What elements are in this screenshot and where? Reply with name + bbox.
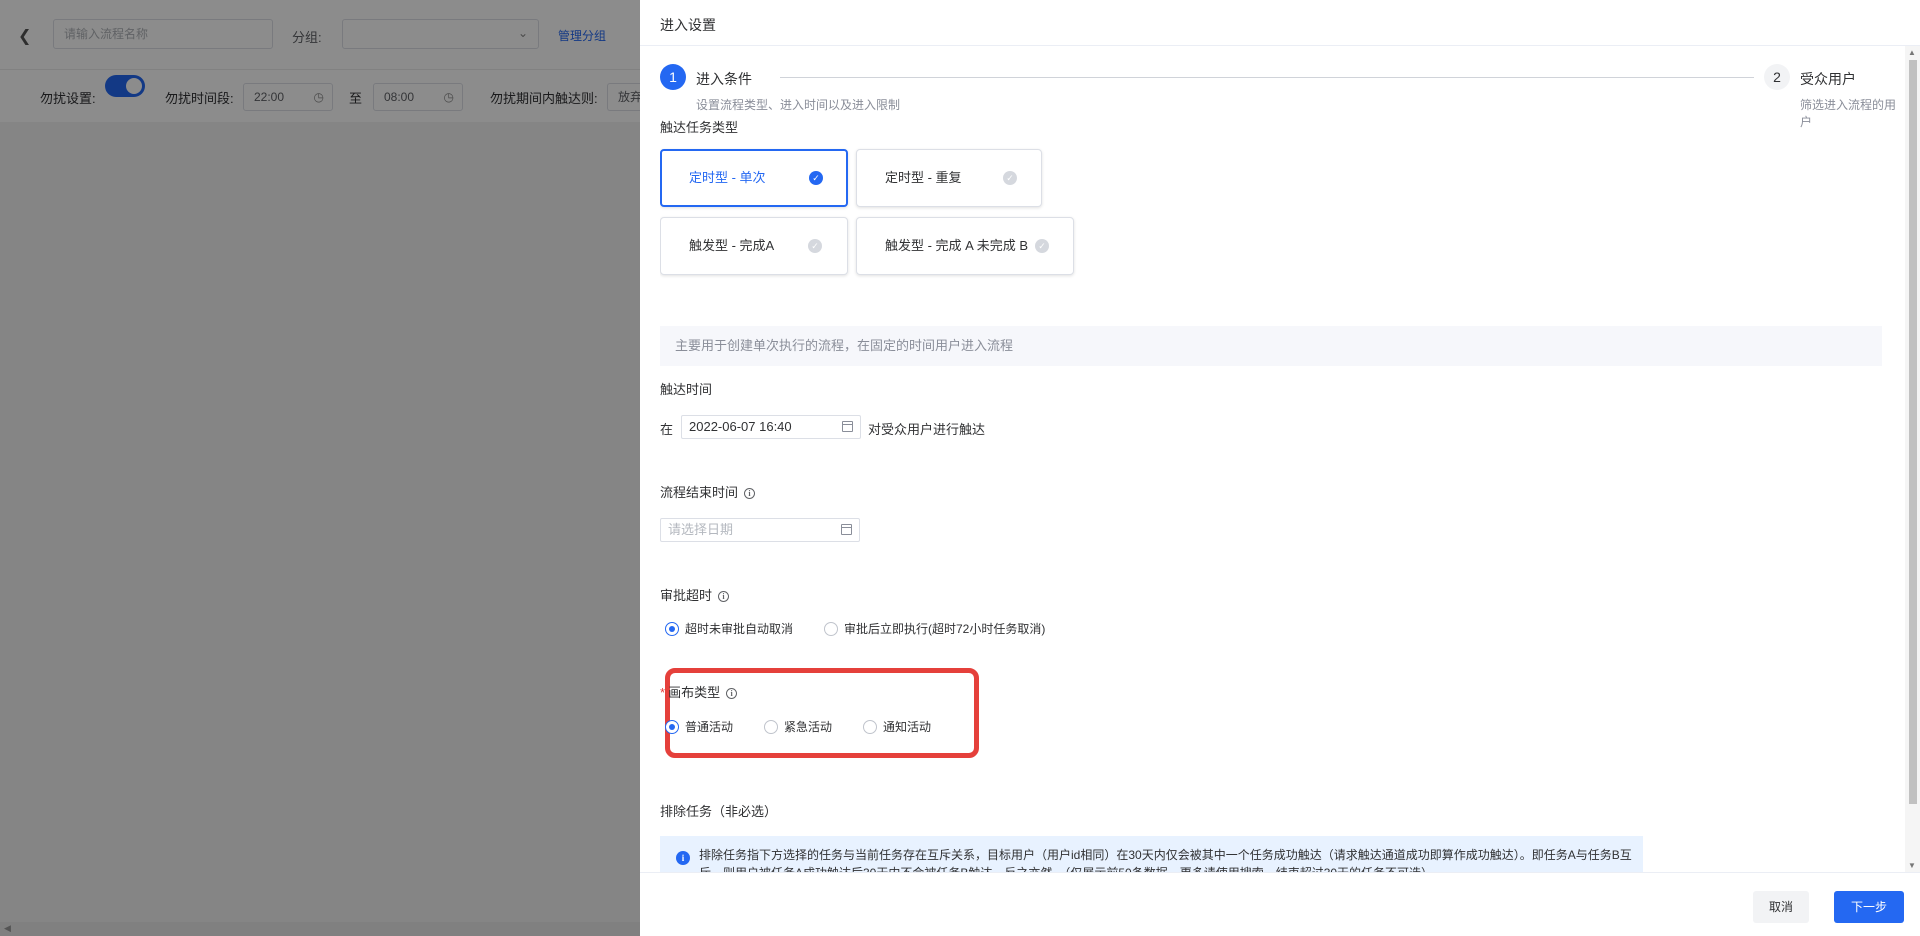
info-icon[interactable]: i [718,591,730,603]
radio-label: 通知活动 [883,720,932,734]
radio-dot [665,622,679,636]
canvas-type-normal-radio[interactable]: 普通活动 [665,719,733,735]
approval-execute-after-radio[interactable]: 审批后立即执行(超时72小时任务取消) [824,621,1045,637]
info-icon[interactable]: i [726,688,738,700]
step-2-title: 受众用户 [1800,71,1856,87]
entry-settings-drawer: 进入设置 1 进入条件 设置流程类型、进入时间以及进入限制 2 受众用户 筛选进… [640,0,1920,936]
end-time-label-row: 流程结束时间 i [660,482,756,501]
task-type-scheduled-once[interactable]: 定时型 - 单次 ✓ [660,149,848,207]
task-type-option-label: 定时型 - 重复 [885,170,962,185]
approval-auto-cancel-radio[interactable]: 超时未审批自动取消 [665,621,793,637]
calendar-icon [841,524,852,535]
radio-label: 超时未审批自动取消 [685,622,794,636]
vertical-scrollbar[interactable]: ▲ ▼ [1905,46,1920,872]
exclude-task-notice: i 排除任务指下方选择的任务与当前任务存在互斥关系，目标用户（用户id相同）在3… [660,836,1643,872]
step-1-subtitle: 设置流程类型、进入时间以及进入限制 [696,98,901,112]
radio-label: 普通活动 [685,720,734,734]
step-1-title: 进入条件 [696,71,752,87]
approval-timeout-label-row: 审批超时 i [660,585,730,604]
canvas-type-label-row: * 画布类型 i [660,682,738,701]
approval-timeout-label: 审批超时 [660,588,713,603]
reach-time-value: 2022-06-07 16:40 [689,419,792,434]
modal-overlay[interactable] [0,0,640,936]
end-time-picker[interactable]: 请选择日期 [660,518,860,542]
reach-time-prefix: 在 [660,422,674,437]
drawer-header: 进入设置 [640,0,1920,46]
drawer-title: 进入设置 [660,17,716,33]
task-type-option-label: 定时型 - 单次 [689,170,766,185]
cancel-button[interactable]: 取消 [1753,891,1809,923]
info-filled-icon: i [676,851,690,865]
end-time-placeholder: 请选择日期 [668,522,734,537]
check-circle-icon: ✓ [808,239,822,253]
task-type-option-label: 触发型 - 完成 A 未完成 B [885,238,1029,253]
canvas-type-label: 画布类型 [668,685,721,700]
calendar-icon [842,421,853,432]
check-circle-icon: ✓ [1003,171,1017,185]
check-circle-icon: ✓ [1035,239,1049,253]
task-type-option-label: 触发型 - 完成A [689,238,775,253]
step-2-subtitle: 筛选进入流程的用户 [1800,98,1897,129]
radio-dot [824,622,838,636]
task-type-label: 触达任务类型 [660,120,739,135]
exclude-task-notice-text: 排除任务指下方选择的任务与当前任务存在互斥关系，目标用户（用户id相同）在30天… [699,848,1632,872]
radio-label: 审批后立即执行(超时72小时任务取消) [844,622,1046,636]
exclude-task-label: 排除任务（非必选） [660,804,778,819]
scroll-down-icon[interactable]: ▼ [1908,861,1916,870]
drawer-content: 1 进入条件 设置流程类型、进入时间以及进入限制 2 受众用户 筛选进入流程的用… [660,46,1900,872]
task-type-description: 主要用于创建单次执行的流程，在固定的时间用户进入流程 [660,326,1882,366]
canvas-type-urgent-radio[interactable]: 紧急活动 [764,719,832,735]
task-type-trigger-complete-a[interactable]: 触发型 - 完成A ✓ [660,217,848,275]
end-time-label: 流程结束时间 [660,485,739,500]
info-icon[interactable]: i [744,488,756,500]
radio-label: 紧急活动 [784,720,833,734]
reach-time-suffix: 对受众用户进行触达 [868,422,986,437]
required-mark: * [660,685,666,700]
scroll-up-icon[interactable]: ▲ [1908,48,1916,57]
step-2-number: 2 [1764,64,1790,90]
step-connector [780,77,1754,78]
reach-time-picker[interactable]: 2022-06-07 16:40 [681,415,861,439]
task-type-trigger-a-not-b[interactable]: 触发型 - 完成 A 未完成 B ✓ [856,217,1074,275]
check-circle-icon: ✓ [809,171,823,185]
scrollbar-thumb[interactable] [1909,60,1917,804]
radio-dot [863,720,877,734]
next-step-button[interactable]: 下一步 [1834,891,1904,923]
drawer-footer: 取消 下一步 [640,872,1920,936]
radio-dot [665,720,679,734]
canvas-type-notice-radio[interactable]: 通知活动 [863,719,931,735]
radio-dot [764,720,778,734]
step-1-number: 1 [660,64,686,90]
reach-time-label: 触达时间 [660,382,713,397]
task-type-scheduled-repeat[interactable]: 定时型 - 重复 ✓ [856,149,1042,207]
